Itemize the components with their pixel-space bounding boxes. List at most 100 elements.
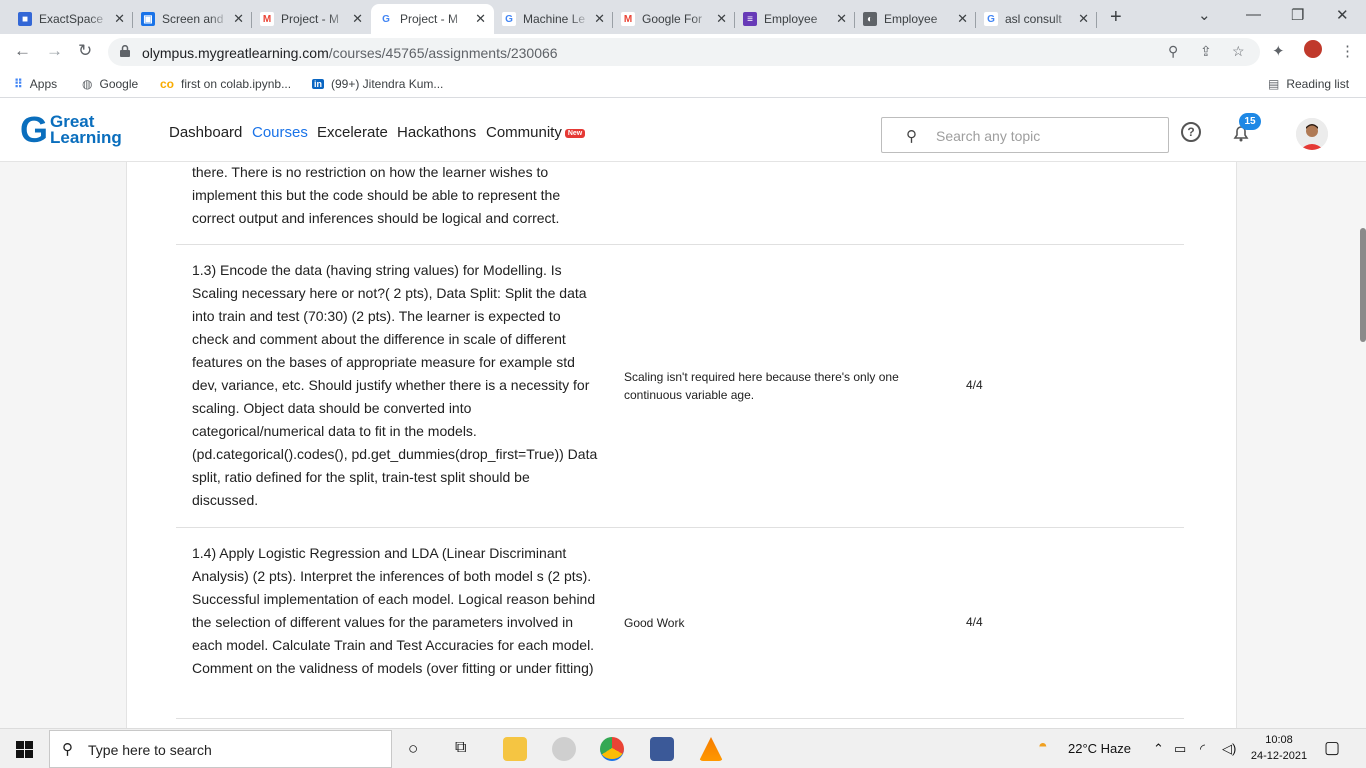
- address-bar[interactable]: olympus.mygreatlearning.com/courses/4576…: [108, 38, 1260, 66]
- back-icon[interactable]: ←: [14, 41, 31, 61]
- close-tab-icon[interactable]: ✕: [1078, 11, 1089, 27]
- globe-icon: ◐: [863, 12, 877, 26]
- logo-text: Great Learning: [50, 112, 122, 147]
- close-tab-icon[interactable]: ✕: [594, 11, 605, 27]
- rubric-row: 1.3) Encode the data (having string valu…: [176, 245, 1184, 528]
- hp-icon[interactable]: [552, 737, 576, 761]
- search-icon: ⚲: [62, 741, 73, 758]
- browser-tab[interactable]: M Project - M ✕: [252, 4, 371, 34]
- remote-desktop-icon[interactable]: [650, 737, 674, 761]
- browser-tab[interactable]: G asl consult ✕: [976, 4, 1097, 34]
- close-tab-icon[interactable]: ✕: [836, 11, 847, 27]
- close-tab-icon[interactable]: ✕: [957, 11, 968, 27]
- show-hidden-icons-icon[interactable]: ⌃: [1153, 741, 1164, 757]
- close-tab-icon[interactable]: ✕: [716, 11, 727, 27]
- forms-icon: ≡: [743, 12, 757, 26]
- tab-title: asl consult: [1005, 12, 1062, 26]
- wifi-icon[interactable]: ◜: [1200, 741, 1205, 757]
- new-tab-icon[interactable]: +: [1110, 6, 1122, 29]
- url-text: olympus.mygreatlearning.com/courses/4576…: [142, 45, 558, 61]
- bookmark-label: Google: [99, 77, 139, 91]
- browser-tab[interactable]: ■ ExactSpace ✕: [10, 4, 133, 34]
- search-icon: ⚲: [906, 128, 917, 145]
- browser-tab[interactable]: ≡ Employee ✕: [735, 4, 855, 34]
- tab-title: Screen and: [162, 12, 224, 26]
- bookmark-apps[interactable]: ⠿ Apps: [14, 77, 57, 91]
- browser-tab[interactable]: ◐ Employee ✕: [855, 4, 976, 34]
- nav-dashboard[interactable]: Dashboard: [169, 124, 242, 141]
- weather-icon[interactable]: ◓: [1038, 738, 1048, 756]
- new-badge: New: [564, 128, 586, 138]
- browser-tab-active[interactable]: G Project - M ✕: [371, 4, 494, 34]
- volume-icon[interactable]: ◁): [1222, 741, 1236, 757]
- great-learning-logo[interactable]: G Great Learning: [20, 112, 122, 148]
- nav-excelerate[interactable]: Excelerate: [317, 124, 388, 141]
- profile-avatar-icon[interactable]: [1304, 40, 1322, 58]
- tab-title: Employee: [884, 12, 938, 26]
- windows-start-icon[interactable]: [16, 741, 33, 758]
- topic-search[interactable]: ⚲: [881, 117, 1169, 153]
- rubric-row: there. There is no restriction on how th…: [176, 162, 1184, 245]
- google-icon: G: [379, 12, 393, 26]
- reading-list-button[interactable]: ▤ Reading list: [1268, 77, 1349, 91]
- bookmark-colab[interactable]: co first on colab.ipynb...: [160, 77, 291, 91]
- lock-icon: [120, 45, 130, 57]
- tab-strip: ■ ExactSpace ✕ ▣ Screen and ✕ M Project …: [0, 0, 1366, 34]
- cortana-icon[interactable]: ○: [408, 739, 418, 759]
- restore-icon[interactable]: ❐: [1291, 6, 1304, 24]
- globe-icon: ◍: [82, 77, 93, 91]
- nav-courses[interactable]: Courses: [252, 124, 308, 141]
- colab-icon: co: [160, 77, 175, 91]
- weather-text[interactable]: 22°C Haze: [1068, 741, 1131, 756]
- notification-center-icon[interactable]: ▢: [1324, 738, 1340, 758]
- file-explorer-icon[interactable]: [503, 737, 527, 761]
- minimize-icon[interactable]: —: [1246, 6, 1261, 23]
- nav-hackathons[interactable]: Hackathons: [397, 124, 476, 141]
- close-tab-icon[interactable]: ✕: [352, 11, 363, 27]
- share-icon[interactable]: ⇪: [1200, 43, 1212, 60]
- task-view-icon[interactable]: ⧉: [455, 739, 466, 757]
- close-tab-icon[interactable]: ✕: [114, 11, 125, 27]
- nav-community[interactable]: Community New: [486, 124, 586, 141]
- taskbar-clock[interactable]: 10:08 24-12-2021: [1248, 732, 1310, 764]
- google-icon: G: [502, 12, 516, 26]
- extensions-icon[interactable]: ✦: [1272, 42, 1285, 60]
- reading-list-icon: ▤: [1268, 77, 1280, 91]
- chrome-icon[interactable]: [600, 737, 624, 761]
- score: 4/4: [966, 615, 983, 629]
- score: 4/4: [966, 378, 983, 392]
- criterion-text: 1.4) Apply Logistic Regression and LDA (…: [192, 545, 596, 676]
- bookmark-star-icon[interactable]: ☆: [1232, 43, 1245, 60]
- menu-kebab-icon[interactable]: ⋮: [1340, 42, 1355, 60]
- logo-g-icon: G: [20, 109, 49, 150]
- bookmark-google[interactable]: ◍ Google: [82, 77, 138, 91]
- bookmark-linkedin[interactable]: in (99+) Jitendra Kum...: [312, 77, 443, 91]
- bookmark-label: first on colab.ipynb...: [181, 77, 292, 91]
- forward-icon[interactable]: →: [46, 41, 63, 61]
- user-avatar[interactable]: [1296, 118, 1328, 150]
- page-scrollbar[interactable]: [1360, 228, 1366, 342]
- site-header: G Great Learning Dashboard Courses Excele…: [0, 102, 1366, 162]
- browser-tab[interactable]: G Machine Le ✕: [494, 4, 613, 34]
- vlc-icon[interactable]: [699, 737, 723, 761]
- gmail-icon: M: [260, 12, 274, 26]
- browser-tab[interactable]: M Google For ✕: [613, 4, 735, 34]
- tab-search-chevron-icon[interactable]: ⌄: [1198, 6, 1211, 24]
- browser-tab[interactable]: ▣ Screen and ✕: [133, 4, 252, 34]
- help-icon[interactable]: ?: [1181, 122, 1201, 142]
- close-tab-icon[interactable]: ✕: [233, 11, 244, 27]
- search-input[interactable]: [936, 126, 1156, 146]
- criterion-text: there. There is no restriction on how th…: [192, 164, 561, 226]
- gmail-icon: M: [621, 12, 635, 26]
- windows-taskbar: ⚲ Type here to search ○ ⧉ ◓ 22°C Haze ⌃ …: [0, 728, 1366, 768]
- rubric-row: 1.4) Apply Logistic Regression and LDA (…: [176, 528, 1184, 719]
- bookmarks-bar: ⠿ Apps ◍ Google co first on colab.ipynb.…: [0, 70, 1366, 98]
- favicon-icon: ■: [18, 12, 32, 26]
- favicon-icon: ▣: [141, 12, 155, 26]
- reload-icon[interactable]: ↻: [78, 41, 92, 61]
- battery-icon[interactable]: ▭: [1174, 741, 1186, 757]
- close-window-icon[interactable]: ✕: [1336, 6, 1349, 24]
- zoom-icon[interactable]: ⚲: [1168, 43, 1178, 60]
- close-tab-icon[interactable]: ✕: [475, 11, 486, 27]
- taskbar-search[interactable]: ⚲ Type here to search: [49, 730, 392, 768]
